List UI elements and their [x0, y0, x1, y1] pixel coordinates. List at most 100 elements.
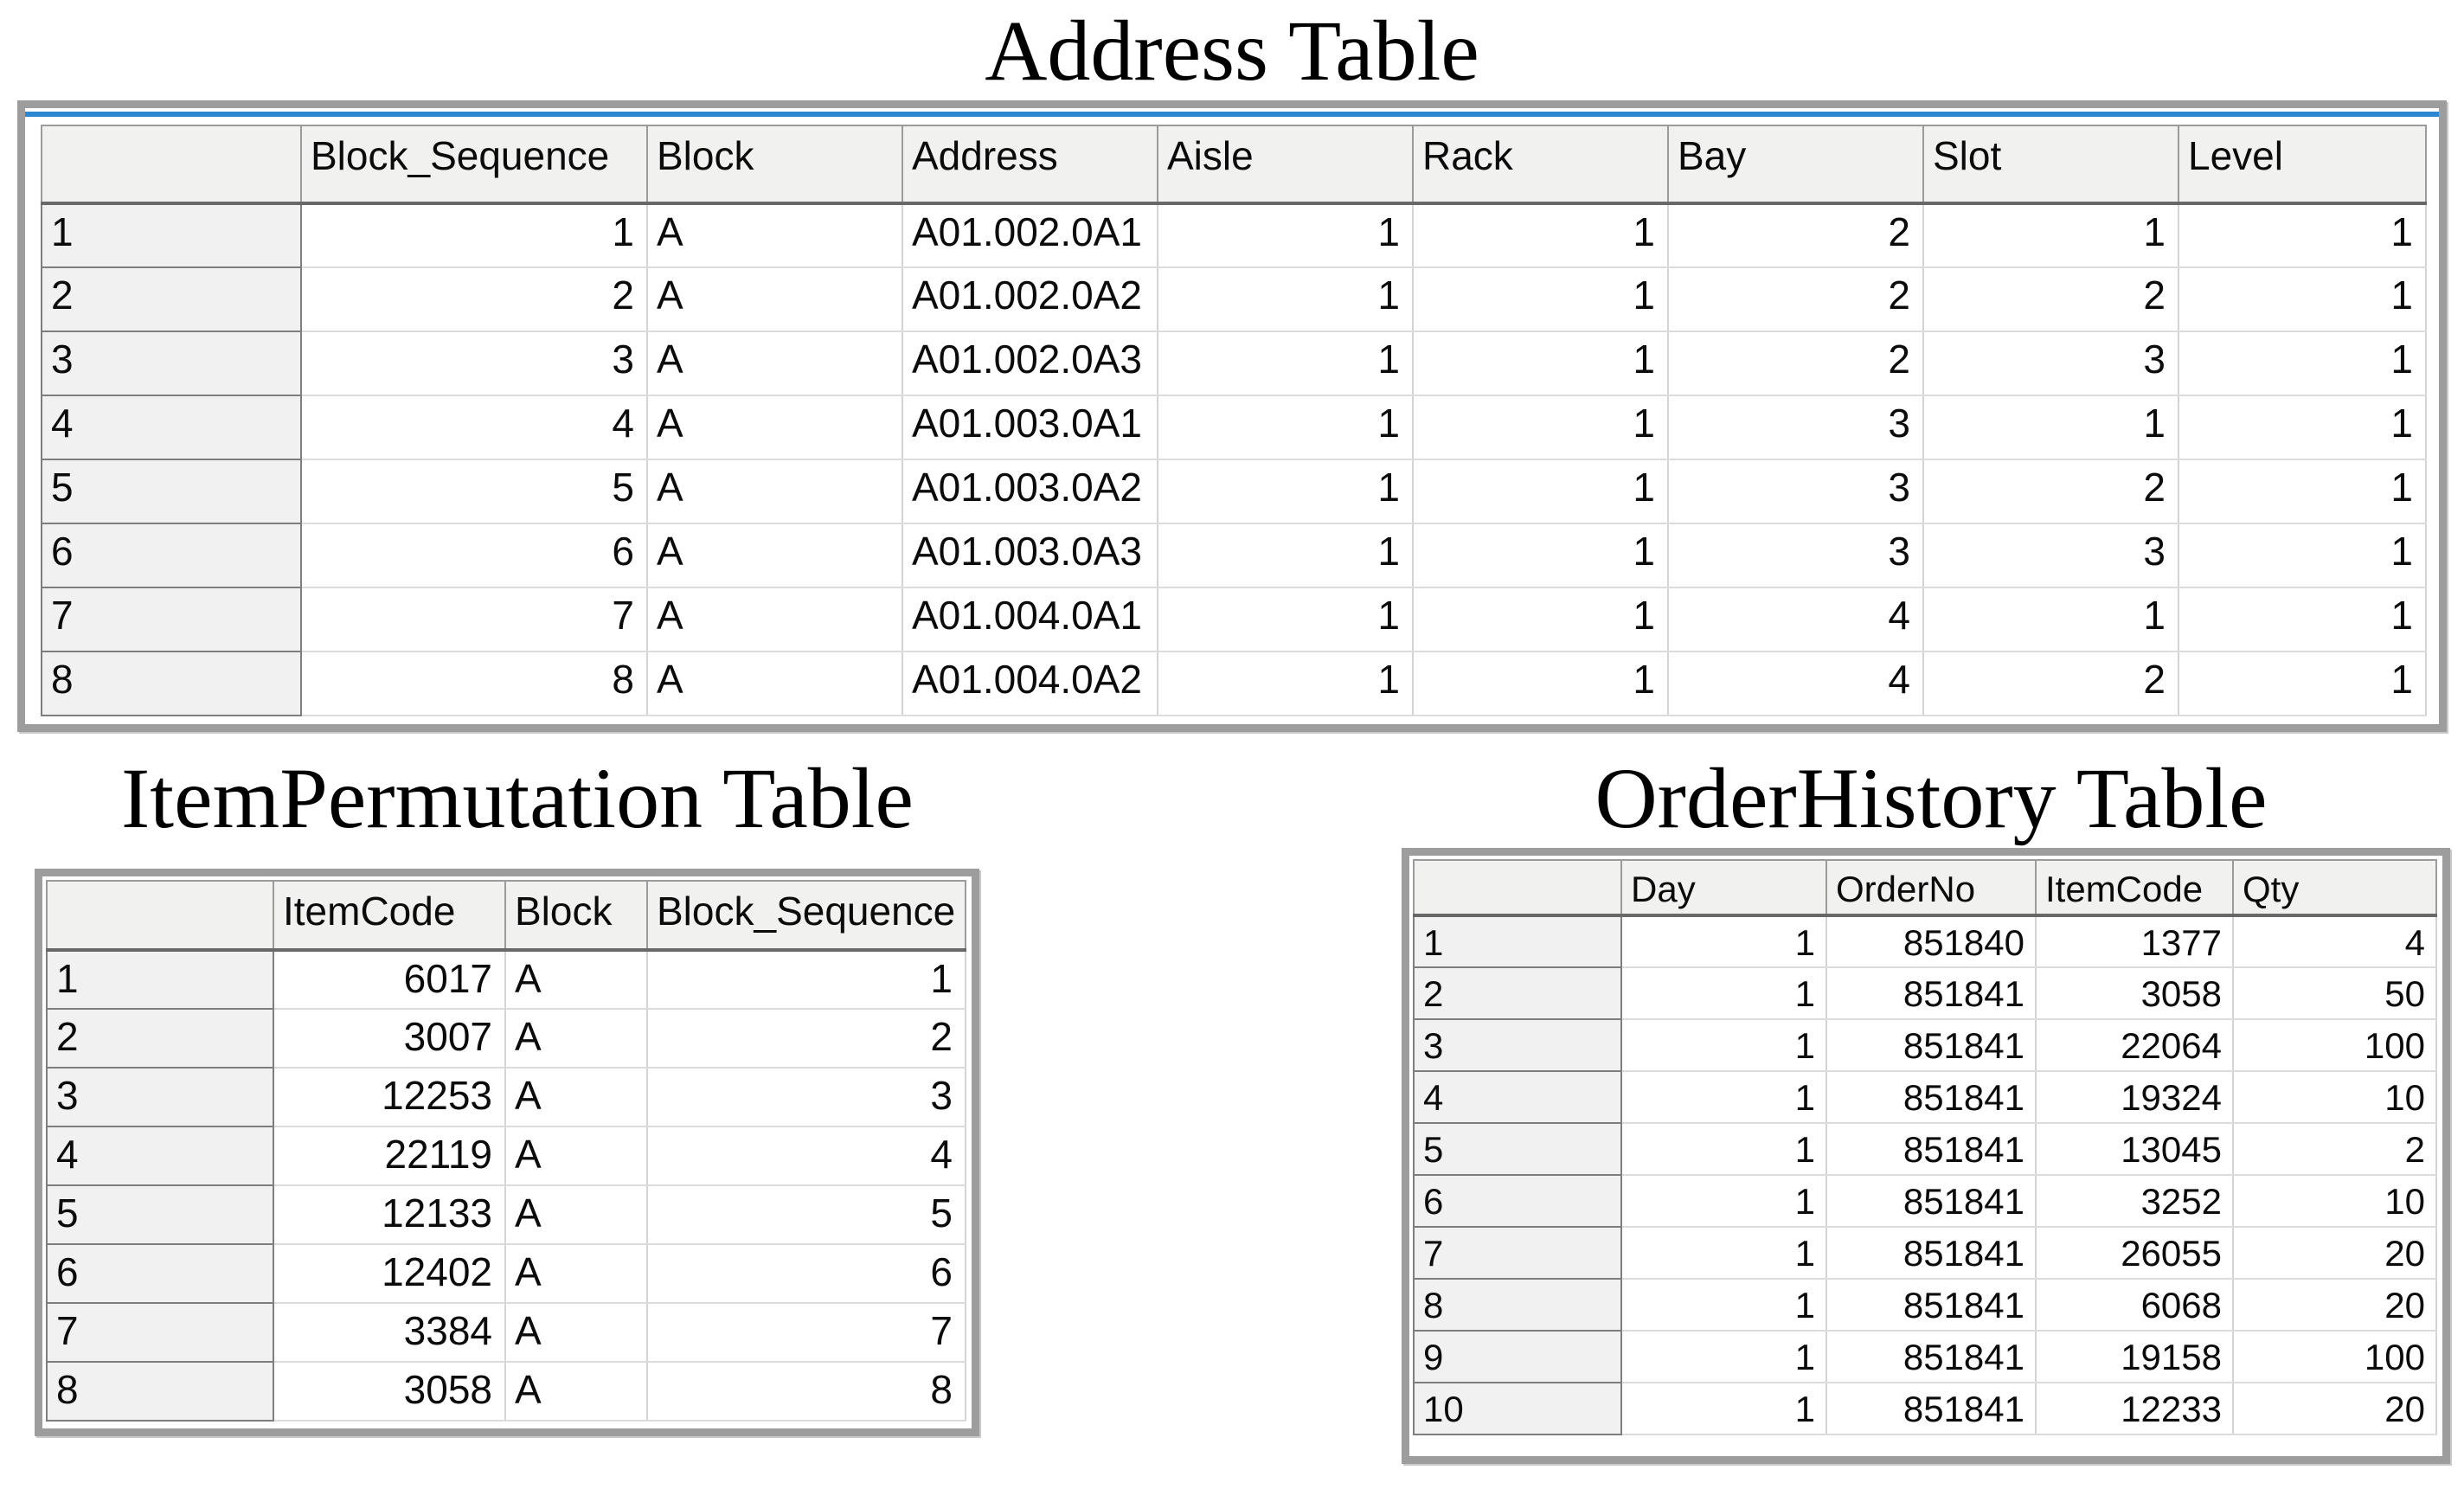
row-header-cell[interactable]: 6 — [46, 1243, 274, 1304]
cell[interactable]: 4 — [1668, 587, 1924, 652]
cell[interactable]: 2 — [2233, 1123, 2437, 1176]
cell[interactable]: 1 — [301, 203, 648, 268]
cell[interactable]: 8 — [301, 651, 648, 716]
cell[interactable]: 10 — [2233, 1071, 2437, 1124]
column-header[interactable]: Aisle — [1157, 125, 1414, 205]
row-header-cell[interactable]: 2 — [1413, 966, 1622, 1020]
cell[interactable]: 1 — [647, 950, 966, 1010]
cell[interactable]: 1 — [1621, 1279, 1827, 1332]
column-header[interactable]: ItemCode — [273, 880, 506, 952]
cell[interactable]: A01.002.0A2 — [902, 267, 1158, 332]
cell[interactable]: 7 — [647, 1303, 966, 1363]
cell[interactable]: 26055 — [2036, 1227, 2234, 1280]
column-header[interactable]: Day — [1620, 859, 1827, 917]
cell[interactable]: A — [647, 523, 903, 588]
cell[interactable]: 3 — [1668, 523, 1924, 588]
cell[interactable]: 851840 — [1826, 915, 2037, 968]
cell[interactable]: 1 — [1158, 331, 1414, 396]
cell[interactable]: 10 — [2233, 1175, 2437, 1228]
cell[interactable]: 6017 — [273, 950, 506, 1010]
cell[interactable]: 5 — [301, 459, 648, 524]
cell[interactable]: 1 — [1621, 1383, 1827, 1435]
cell[interactable]: 2 — [1923, 651, 2179, 716]
cell[interactable]: A01.003.0A1 — [902, 395, 1158, 460]
cell[interactable]: A — [505, 1244, 648, 1304]
row-header-cell[interactable]: 4 — [1413, 1070, 1622, 1124]
cell[interactable]: 1 — [1621, 967, 1827, 1020]
cell[interactable]: A — [505, 1362, 648, 1422]
column-header[interactable]: Level — [2178, 125, 2427, 205]
cell[interactable]: A — [505, 1126, 648, 1186]
row-header-cell[interactable]: 7 — [1413, 1226, 1622, 1280]
cell[interactable]: A — [647, 459, 903, 524]
cell[interactable]: 20 — [2233, 1383, 2437, 1435]
column-header[interactable]: Bay — [1667, 125, 1924, 205]
cell[interactable]: 22064 — [2036, 1019, 2234, 1072]
cell[interactable]: A — [505, 1009, 648, 1069]
row-header-cell[interactable]: 7 — [46, 1302, 274, 1363]
corner-header[interactable] — [46, 880, 274, 952]
cell[interactable]: 4 — [647, 1126, 966, 1186]
cell[interactable]: 1 — [2178, 587, 2427, 652]
cell[interactable]: 50 — [2233, 967, 2437, 1020]
cell[interactable]: A — [505, 950, 648, 1010]
cell[interactable]: 851841 — [1826, 1227, 2037, 1280]
cell[interactable]: 12253 — [273, 1068, 506, 1127]
row-header-cell[interactable]: 3 — [1413, 1018, 1622, 1072]
row-header-cell[interactable]: 1 — [41, 202, 302, 268]
row-header-cell[interactable]: 8 — [46, 1361, 274, 1422]
row-header-cell[interactable]: 7 — [41, 587, 302, 652]
corner-header[interactable] — [41, 125, 302, 205]
cell[interactable]: A — [505, 1303, 648, 1363]
cell[interactable]: 1 — [1413, 395, 1669, 460]
cell[interactable]: 4 — [2233, 915, 2437, 968]
cell[interactable]: A — [647, 331, 903, 396]
cell[interactable]: 3252 — [2036, 1175, 2234, 1228]
cell[interactable]: 1 — [1621, 1019, 1827, 1072]
cell[interactable]: 2 — [1923, 459, 2179, 524]
row-header-cell[interactable]: 3 — [41, 331, 302, 396]
cell[interactable]: 1 — [1621, 1123, 1827, 1176]
cell[interactable]: 19158 — [2036, 1331, 2234, 1383]
cell[interactable]: 3 — [1923, 523, 2179, 588]
cell[interactable]: 1 — [2178, 395, 2427, 460]
cell[interactable]: A — [505, 1185, 648, 1245]
row-header-cell[interactable]: 8 — [1413, 1278, 1622, 1332]
cell[interactable]: 5 — [647, 1185, 966, 1245]
cell[interactable]: 1 — [1621, 1331, 1827, 1383]
row-header-cell[interactable]: 2 — [41, 266, 302, 332]
row-header-cell[interactable]: 5 — [1413, 1122, 1622, 1176]
cell[interactable]: 851841 — [1826, 1383, 2037, 1435]
column-header[interactable]: Slot — [1922, 125, 2179, 205]
cell[interactable]: A01.002.0A1 — [902, 203, 1158, 268]
row-header-cell[interactable]: 2 — [46, 1008, 274, 1069]
cell[interactable]: 22119 — [273, 1126, 506, 1186]
column-header[interactable]: Address — [902, 125, 1158, 205]
cell[interactable]: 1 — [1413, 331, 1669, 396]
row-header-cell[interactable]: 5 — [46, 1184, 274, 1245]
cell[interactable]: 851841 — [1826, 1071, 2037, 1124]
cell[interactable]: 8 — [647, 1362, 966, 1422]
cell[interactable]: 851841 — [1826, 967, 2037, 1020]
cell[interactable]: 19324 — [2036, 1071, 2234, 1124]
cell[interactable]: 12133 — [273, 1185, 506, 1245]
cell[interactable]: 1 — [1158, 587, 1414, 652]
cell[interactable]: 1 — [1158, 203, 1414, 268]
cell[interactable]: 1 — [2178, 331, 2427, 396]
column-header[interactable]: Block_Sequence — [646, 880, 966, 952]
cell[interactable]: 851841 — [1826, 1279, 2037, 1332]
cell[interactable]: 6068 — [2036, 1279, 2234, 1332]
cell[interactable]: 851841 — [1826, 1123, 2037, 1176]
cell[interactable]: 2 — [1668, 267, 1924, 332]
cell[interactable]: 1 — [2178, 523, 2427, 588]
cell[interactable]: 2 — [1668, 203, 1924, 268]
corner-header[interactable] — [1413, 859, 1622, 917]
cell[interactable]: 3 — [1668, 395, 1924, 460]
cell[interactable]: 1 — [1621, 915, 1827, 968]
cell[interactable]: 851841 — [1826, 1175, 2037, 1228]
cell[interactable]: A01.004.0A2 — [902, 651, 1158, 716]
cell[interactable]: 1 — [1413, 523, 1669, 588]
cell[interactable]: 1 — [1621, 1227, 1827, 1280]
row-header-cell[interactable]: 10 — [1413, 1382, 1622, 1435]
cell[interactable]: 1377 — [2036, 915, 2234, 968]
